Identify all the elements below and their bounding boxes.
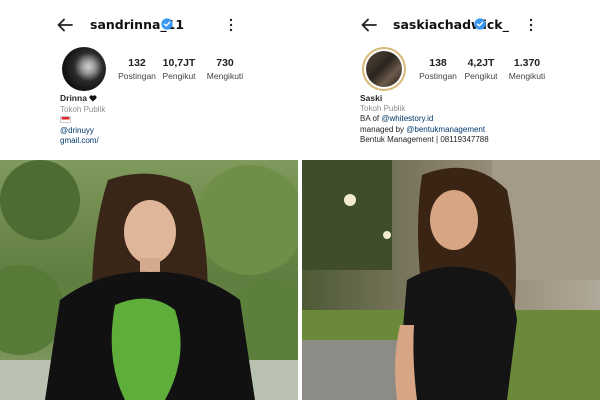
bio-category: Tokoh Publik: [60, 104, 106, 114]
stat-label: Mengikuti: [206, 71, 244, 81]
bio-name-row: Drinna: [60, 93, 105, 105]
indonesia-flag-icon: [60, 116, 71, 124]
stat-followers[interactable]: 10,7JT Pengikut: [156, 57, 202, 82]
bio-category: Tokoh Publik: [360, 103, 406, 113]
bio-mention-whitestory[interactable]: @whitestory.id: [381, 114, 433, 123]
post-photo-left[interactable]: [0, 160, 298, 400]
black-heart-icon: [89, 95, 97, 102]
profile-topbar: saskiachadwick_: [300, 14, 600, 36]
profile-panel-right: saskiachadwick_ 138 Postingan 4,2JT Peng…: [300, 0, 600, 160]
profile-panel-left: sandrinna_11 132 Postingan 10,7JT Pengik…: [0, 0, 300, 160]
bio-text: managed by: [360, 124, 407, 134]
profile-stats: 132 Postingan 10,7JT Pengikut 730 Mengik…: [118, 57, 248, 82]
stat-following[interactable]: 730 Mengikuti: [202, 57, 248, 82]
stat-label: Postingan: [419, 71, 457, 81]
stat-label: Pengikut: [464, 71, 498, 81]
stat-value: 1.370: [513, 57, 541, 69]
stat-value: 4,2JT: [467, 57, 495, 69]
bio-flag-row: [60, 115, 105, 126]
post-photo-right[interactable]: [302, 160, 600, 400]
profile-avatar[interactable]: [362, 47, 406, 91]
stat-value: 132: [128, 57, 146, 69]
bio-line-ba: BA of @whitestory.id: [360, 114, 489, 125]
stat-value: 10,7JT: [162, 57, 196, 69]
avatar-image: [366, 51, 402, 87]
more-vertical-icon[interactable]: [528, 18, 534, 32]
bio-text: BA of: [360, 114, 382, 123]
bio-name: Drinna: [60, 93, 87, 103]
bio-name: Saski: [360, 93, 383, 103]
stat-value: 730: [216, 57, 234, 69]
verified-badge-icon: [161, 18, 173, 30]
stat-followers[interactable]: 4,2JT Pengikut: [458, 57, 504, 82]
bio-mention-bentuk[interactable]: @bentukmanagement: [406, 125, 485, 134]
profile-avatar[interactable]: [62, 47, 106, 91]
profile-username: saskiachadwick_: [393, 17, 509, 32]
bio-link-email[interactable]: gmail.com/: [60, 136, 105, 147]
more-vertical-icon[interactable]: [228, 18, 234, 32]
profile-stats: 138 Postingan 4,2JT Pengikut 1.370 Mengi…: [418, 57, 550, 82]
arrow-left-icon[interactable]: [360, 16, 378, 34]
stat-label: Pengikut: [162, 71, 196, 81]
stat-following[interactable]: 1.370 Mengikuti: [504, 57, 550, 82]
bio-link-handle[interactable]: @drinuyy: [60, 126, 105, 137]
stat-label: Postingan: [118, 71, 156, 81]
stat-value: 138: [429, 57, 447, 69]
profile-bio: Saski Tokoh Publik BA of @whitestory.id …: [360, 93, 489, 146]
bio-line-managed: managed by @bentukmanagement: [360, 125, 489, 136]
verified-badge-icon: [474, 18, 486, 30]
arrow-left-icon[interactable]: [56, 16, 74, 34]
profile-topbar: sandrinna_11: [0, 14, 300, 36]
bio-contact: Bentuk Management | 08119347788: [360, 135, 489, 144]
profile-bio: Drinna Tokoh Publik @drinuyy gmail.com/: [60, 93, 105, 147]
stat-posts[interactable]: 132 Postingan: [118, 57, 156, 82]
stat-posts[interactable]: 138 Postingan: [418, 57, 458, 82]
stat-label: Mengikuti: [508, 71, 546, 81]
